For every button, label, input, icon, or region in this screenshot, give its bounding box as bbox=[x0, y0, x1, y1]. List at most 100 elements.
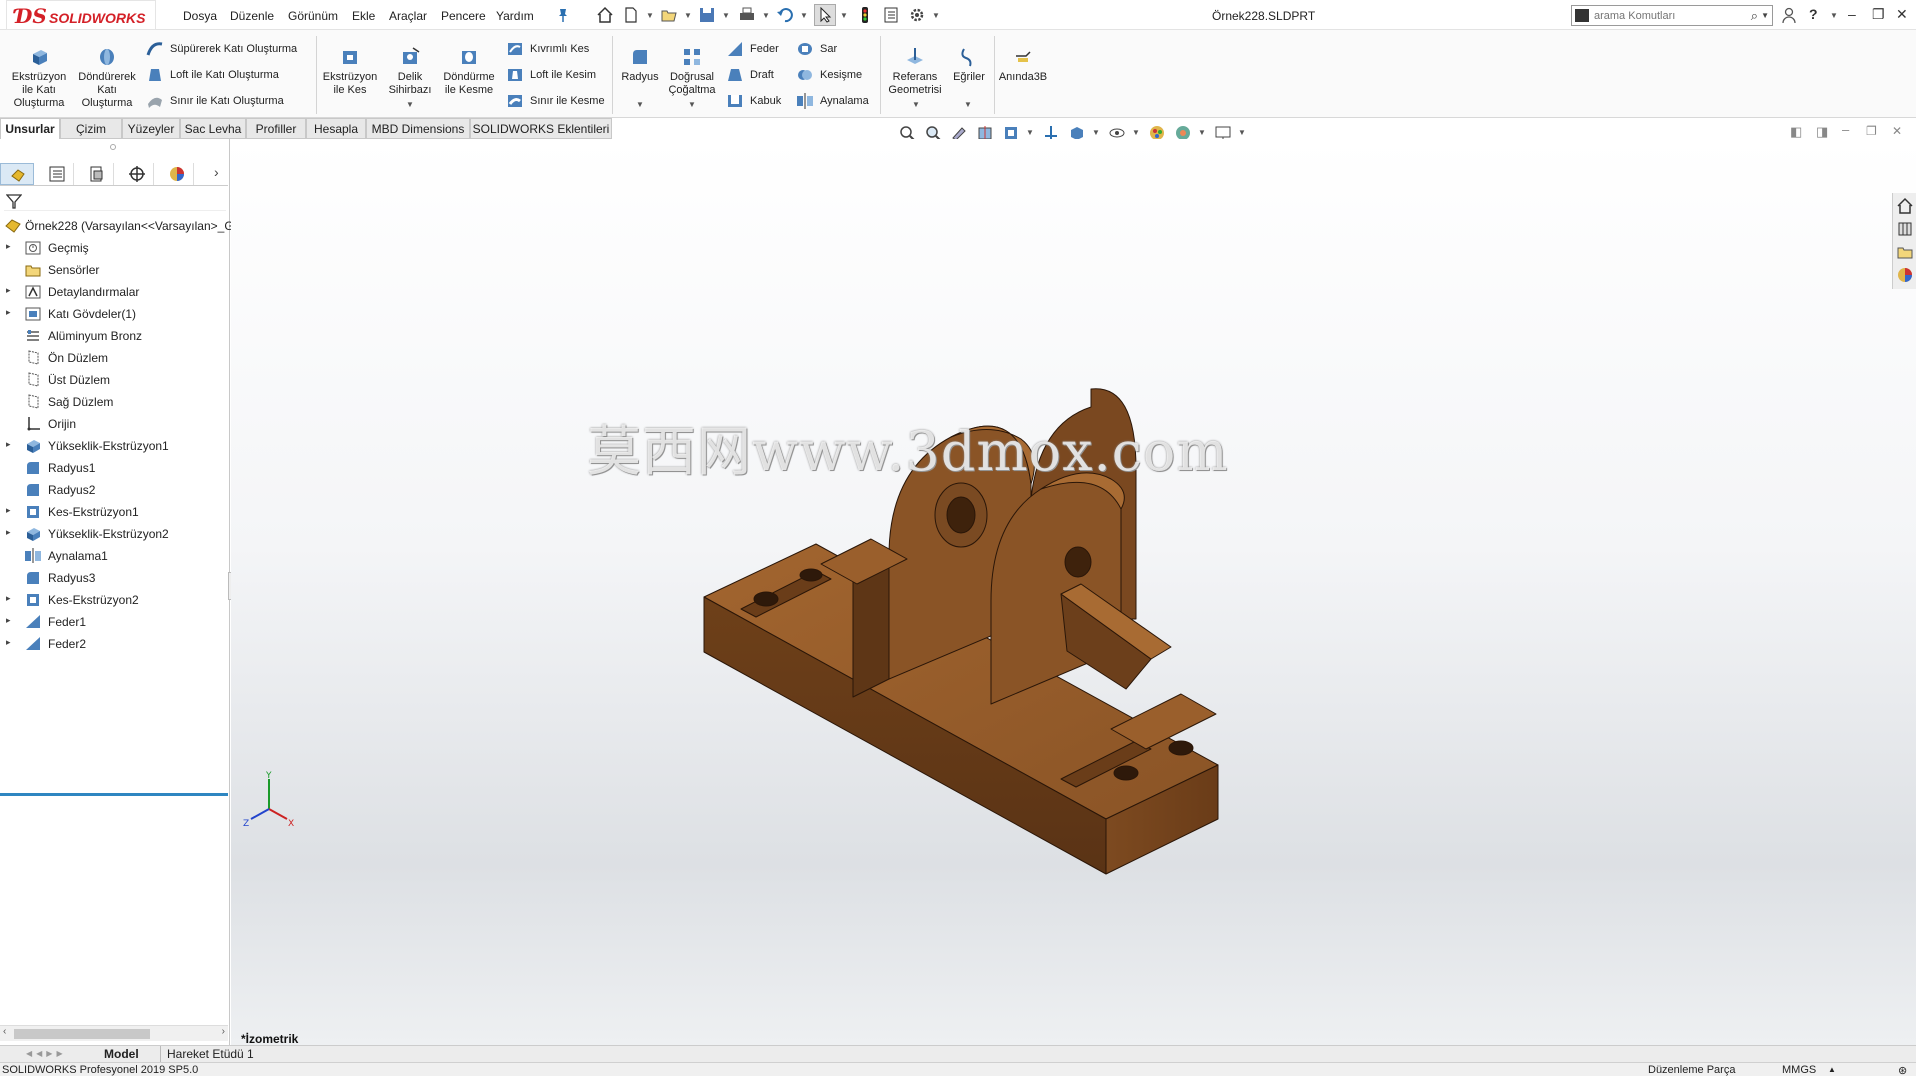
expand-arrow-icon[interactable]: ▸ bbox=[6, 593, 11, 604]
undo-dropdown-icon[interactable]: ▼ bbox=[800, 11, 808, 20]
graphics-viewport[interactable]: 莫西网www.3dmox.com Y X Z *İzometrik bbox=[231, 139, 1916, 1046]
tree-item-detaylandirmalar[interactable]: ▸ Detaylandırmalar bbox=[0, 282, 228, 302]
ref-geometry-dropdown-icon[interactable]: ▼ bbox=[912, 100, 920, 109]
restore-icon[interactable]: ❐ bbox=[1872, 6, 1885, 23]
save-icon[interactable] bbox=[698, 6, 716, 24]
undo-icon[interactable] bbox=[776, 6, 794, 24]
menu-ekle[interactable]: Ekle bbox=[352, 9, 375, 23]
extrude-cut-button[interactable]: Ekstrüzyon ile Kes bbox=[320, 46, 380, 97]
help-icon[interactable]: ? bbox=[1809, 6, 1818, 22]
tab-profiller[interactable]: Profiller bbox=[246, 118, 306, 139]
minimize-icon[interactable]: – bbox=[1848, 6, 1856, 22]
menu-pencere[interactable]: Pencere bbox=[441, 9, 486, 23]
viewport-restore-icon[interactable]: ❐ bbox=[1866, 124, 1877, 138]
search-input[interactable] bbox=[1594, 8, 1744, 23]
expand-arrow-icon[interactable]: ▸ bbox=[6, 637, 11, 648]
scroll-right-icon[interactable]: › bbox=[222, 1026, 225, 1037]
hole-wizard-dropdown-icon[interactable]: ▼ bbox=[406, 100, 414, 109]
display-style-dropdown-icon[interactable]: ▼ bbox=[1092, 128, 1100, 137]
expand-arrow-icon[interactable]: ▸ bbox=[6, 241, 11, 252]
instant3d-button[interactable]: Anında3B bbox=[996, 46, 1050, 84]
configuration-manager-tab[interactable] bbox=[80, 163, 114, 185]
viewport-close-icon[interactable]: ✕ bbox=[1892, 124, 1902, 138]
scene-dropdown-icon[interactable]: ▼ bbox=[1198, 128, 1206, 137]
appearances-icon[interactable] bbox=[1896, 266, 1914, 284]
tab-unsurlar[interactable]: Unsurlar bbox=[0, 118, 60, 139]
hide-show-dropdown-icon[interactable]: ▼ bbox=[1132, 128, 1140, 137]
expand-arrow-icon[interactable]: ▸ bbox=[6, 307, 11, 318]
traffic-light-icon[interactable] bbox=[856, 6, 874, 24]
fillet-button[interactable]: Radyus bbox=[618, 46, 662, 84]
viewport-tile-right-icon[interactable]: ◨ bbox=[1816, 124, 1828, 140]
user-account-icon[interactable] bbox=[1780, 6, 1798, 24]
tree-item-yukseklik-ekstruzyon1[interactable]: ▸ Yükseklik-Ekstrüzyon1 bbox=[0, 436, 228, 456]
reference-geometry-button[interactable]: Referans Geometrisi bbox=[884, 46, 946, 97]
expand-arrow-icon[interactable]: ▸ bbox=[6, 285, 11, 296]
select-button[interactable] bbox=[814, 4, 836, 26]
search-dropdown-icon[interactable]: ▼ bbox=[1761, 11, 1769, 20]
expand-arrow-icon[interactable]: ▸ bbox=[6, 527, 11, 538]
tab-sac-levha[interactable]: Sac Levha bbox=[180, 118, 246, 139]
unit-system[interactable]: MMGS bbox=[1782, 1064, 1816, 1076]
tree-item-orijin[interactable]: Orijin bbox=[0, 414, 228, 434]
tree-item-kes-ekstruzyon2[interactable]: ▸ Kes-Ekstrüzyon2 bbox=[0, 590, 228, 610]
viewport-minimize-icon[interactable]: – bbox=[1842, 122, 1849, 137]
expand-arrow-icon[interactable]: ▸ bbox=[6, 505, 11, 516]
scroll-left-icon[interactable]: ‹ bbox=[3, 1026, 6, 1037]
tree-item-radyus3[interactable]: Radyus3 bbox=[0, 568, 228, 588]
file-explorer-icon[interactable] bbox=[1896, 243, 1914, 261]
view-settings-dropdown-icon[interactable]: ▼ bbox=[1238, 128, 1246, 137]
units-dropdown-icon[interactable]: ▲ bbox=[1828, 1065, 1836, 1074]
tree-item-yukseklik-ekstruzyon2[interactable]: ▸ Yükseklik-Ekstrüzyon2 bbox=[0, 524, 228, 544]
tree-item-aynalama1[interactable]: Aynalama1 bbox=[0, 546, 228, 566]
menu-gorunum[interactable]: Görünüm bbox=[288, 9, 338, 23]
fillet-dropdown-icon[interactable]: ▼ bbox=[636, 100, 644, 109]
tree-item-feder1[interactable]: ▸ Feder1 bbox=[0, 612, 228, 632]
viewport-tile-left-icon[interactable]: ◧ bbox=[1790, 124, 1802, 140]
tree-root-part[interactable]: Örnek228 (Varsayılan<<Varsayılan>_G bbox=[0, 216, 234, 236]
tab-motion-study[interactable]: Hareket Etüdü 1 bbox=[160, 1046, 254, 1063]
new-dropdown-icon[interactable]: ▼ bbox=[646, 11, 654, 20]
panel-splitter-handle[interactable] bbox=[110, 144, 116, 150]
tree-item-ust-duzlem[interactable]: Üst Düzlem bbox=[0, 370, 228, 390]
solidworks-logo[interactable]: ƊS SOLIDWORKS bbox=[6, 0, 156, 30]
search-commands-box[interactable]: ⌕ ▼ bbox=[1571, 5, 1773, 26]
print-icon[interactable] bbox=[738, 6, 756, 24]
property-manager-tab[interactable] bbox=[40, 163, 74, 185]
tab-solidworks-eklentileri[interactable]: SOLIDWORKS Eklentileri bbox=[470, 118, 612, 139]
part-model-render[interactable] bbox=[231, 139, 1916, 1046]
expand-arrow-icon[interactable]: ▸ bbox=[6, 615, 11, 626]
tree-item-kes-ekstruzyon1[interactable]: ▸ Kes-Ekstrüzyon1 bbox=[0, 502, 228, 522]
tab-model[interactable]: Model bbox=[104, 1046, 139, 1063]
tree-filter[interactable] bbox=[4, 191, 226, 211]
display-manager-tab[interactable] bbox=[160, 163, 194, 185]
horizontal-scrollbar[interactable]: ‹ › bbox=[0, 1025, 228, 1041]
extrude-boss-button[interactable]: Ekstrüzyon ile Katı Oluşturma bbox=[8, 46, 70, 110]
home-icon[interactable] bbox=[596, 6, 614, 24]
rollback-bar[interactable] bbox=[0, 793, 228, 796]
revolve-cut-button[interactable]: Döndürme ile Kesme bbox=[440, 46, 498, 97]
pattern-dropdown-icon[interactable]: ▼ bbox=[688, 100, 696, 109]
tab-scroll-arrows-icon[interactable]: ◀◀▶▶ bbox=[26, 1049, 67, 1058]
hole-wizard-button[interactable]: Delik Sihirbazı bbox=[384, 46, 436, 97]
print-dropdown-icon[interactable]: ▼ bbox=[762, 11, 770, 20]
tree-item-gecmis[interactable]: ▸ Geçmiş bbox=[0, 238, 228, 258]
scrollbar-thumb[interactable] bbox=[14, 1029, 150, 1039]
solidworks-resources-icon[interactable] bbox=[1896, 197, 1914, 215]
view-dropdown-icon[interactable]: ▼ bbox=[1026, 128, 1034, 137]
linear-pattern-button[interactable]: Doğrusal Çoğaltma bbox=[664, 46, 720, 97]
axis-triad[interactable]: Y X Z bbox=[239, 769, 299, 829]
search-icon[interactable]: ⌕ bbox=[1751, 8, 1758, 24]
tree-item-sensorler[interactable]: Sensörler bbox=[0, 260, 228, 280]
status-help-icon[interactable]: ⊛ bbox=[1898, 1064, 1907, 1076]
tree-item-kati-govdeler[interactable]: ▸ Katı Gövdeler(1) bbox=[0, 304, 228, 324]
close-icon[interactable]: ✕ bbox=[1896, 6, 1908, 23]
select-dropdown-icon[interactable]: ▼ bbox=[840, 11, 848, 20]
save-dropdown-icon[interactable]: ▼ bbox=[722, 11, 730, 20]
feature-tree-tab[interactable] bbox=[0, 163, 34, 185]
tree-item-sag-duzlem[interactable]: Sağ Düzlem bbox=[0, 392, 228, 412]
tab-yuzeyler[interactable]: Yüzeyler bbox=[122, 118, 180, 139]
options-gear-icon[interactable] bbox=[908, 6, 926, 24]
tab-mbd-dimensions[interactable]: MBD Dimensions bbox=[366, 118, 470, 139]
tree-item-radyus1[interactable]: Radyus1 bbox=[0, 458, 228, 478]
